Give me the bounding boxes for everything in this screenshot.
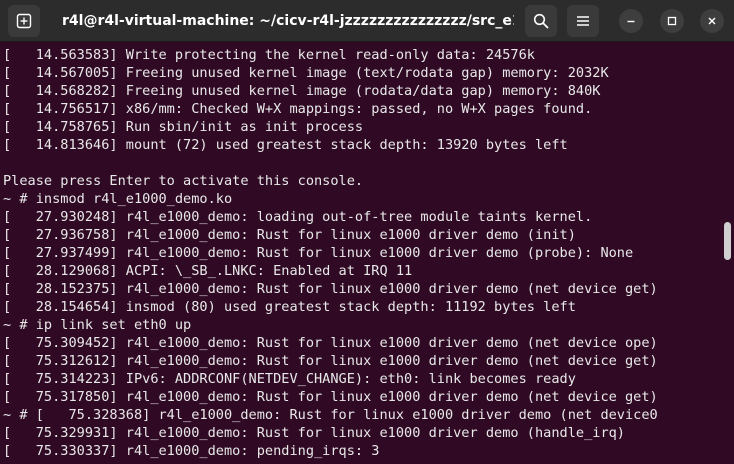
maximize-icon [667,16,677,26]
scrollbar-thumb[interactable] [724,222,731,260]
terminal-window: r4l@r4l-virtual-machine: ~/cicv-r4l-jzzz… [0,0,734,464]
hamburger-menu-icon [577,16,589,26]
terminal-line: [ 14.813646] mount (72) used greatest st… [3,137,568,153]
new-tab-button[interactable] [8,5,40,37]
terminal-line: [ 14.568282] Freeing unused kernel image… [3,83,601,99]
terminal-line: [ 14.758765] Run sbin/init as init proce… [3,119,364,135]
terminal-line: [ 28.129068] ACPI: \_SB_.LNKC: Enabled a… [3,263,413,279]
terminal-line: ~ # ip link set eth0 up [3,317,192,333]
terminal-line: ~ # [ 75.328368] r4l_e1000_demo: Rust fo… [3,407,658,423]
title-bar[interactable]: r4l@r4l-virtual-machine: ~/cicv-r4l-jzzz… [0,0,734,42]
close-icon [708,17,716,25]
terminal-line: [ 14.567005] Freeing unused kernel image… [3,65,609,81]
menu-button[interactable] [567,5,599,37]
terminal-line: [ 75.329931] r4l_e1000_demo: Rust for li… [3,425,625,441]
maximize-button[interactable] [660,9,684,33]
terminal-line: ~ # insmod r4l_e1000_demo.ko [3,191,233,207]
terminal-line: [ 75.314223] IPv6: ADDRCONF(NETDEV_CHANG… [3,371,576,387]
terminal-line: Please press Enter to activate this cons… [3,173,364,189]
search-button[interactable] [525,5,557,37]
terminal-line: [ 14.756517] x86/mm: Checked W+X mapping… [3,101,593,117]
terminal-line: [ 27.936758] r4l_e1000_demo: Rust for li… [3,227,576,243]
window-title: r4l@r4l-virtual-machine: ~/cicv-r4l-jzzz… [62,13,514,29]
terminal-line: [ 28.154654] insmod (80) used greatest s… [3,299,576,315]
minimize-icon [627,20,635,23]
search-icon [533,13,549,29]
terminal-output[interactable]: [ 14.563583] Write protecting the kernel… [0,46,722,464]
close-button[interactable] [700,9,724,33]
terminal-line: [ 28.152375] r4l_e1000_demo: Rust for li… [3,281,658,297]
minimize-button[interactable] [619,9,643,33]
terminal-line: [ 75.312612] r4l_e1000_demo: Rust for li… [3,353,658,369]
terminal-line: [ 27.930248] r4l_e1000_demo: loading out… [3,209,593,225]
terminal-line: [ 27.937499] r4l_e1000_demo: Rust for li… [3,245,634,261]
terminal-line: [ 14.563583] Write protecting the kernel… [3,47,535,63]
terminal-line: [ 75.330337] r4l_e1000_demo: pending_irq… [3,443,380,459]
terminal-line: [ 75.317850] r4l_e1000_demo: Rust for li… [3,389,658,405]
new-tab-icon [16,13,32,29]
terminal-line: [ 75.309452] r4l_e1000_demo: Rust for li… [3,335,658,351]
